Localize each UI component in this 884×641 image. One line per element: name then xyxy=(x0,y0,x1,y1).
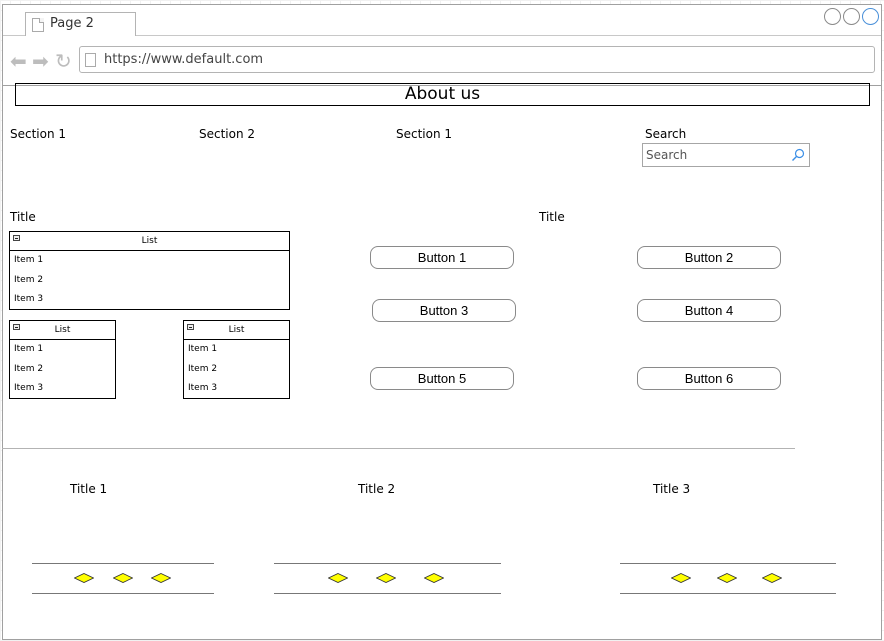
list-item[interactable]: Item 3 xyxy=(10,290,289,310)
tab-page-2[interactable]: Page 2 xyxy=(25,12,136,37)
list-item[interactable]: Item 2 xyxy=(10,360,115,380)
list-header-label: List xyxy=(228,325,245,335)
list-header: List xyxy=(10,232,289,251)
search-icon[interactable] xyxy=(791,148,805,162)
nav-section-1[interactable]: Section 1 xyxy=(10,127,66,141)
collapse-icon[interactable] xyxy=(187,324,194,330)
small-list-1[interactable]: List Item 1 Item 2 Item 3 xyxy=(9,320,116,399)
list-header: List xyxy=(184,321,289,340)
search-field[interactable] xyxy=(642,143,810,167)
footer-title-1: Title 1 xyxy=(70,482,108,496)
tab-label: Page 2 xyxy=(50,16,94,31)
list-item[interactable]: Item 3 xyxy=(184,379,289,399)
button-1[interactable]: Button 1 xyxy=(370,246,514,269)
pager-top-line xyxy=(620,563,836,564)
button-5[interactable]: Button 5 xyxy=(370,367,514,390)
list-item[interactable]: Item 1 xyxy=(10,340,115,360)
collapse-icon[interactable] xyxy=(13,235,20,241)
collapse-icon[interactable] xyxy=(13,324,20,330)
diamond-icon[interactable] xyxy=(671,573,691,583)
address-bar: ⬅ ➡ ↻ https://www.default.com xyxy=(3,36,881,86)
page-title: About us xyxy=(15,83,870,106)
pager-top-line xyxy=(274,563,501,564)
list-header-label: List xyxy=(141,236,158,246)
pager-bottom-line xyxy=(32,593,214,594)
list-header-label: List xyxy=(54,325,71,335)
footer-title-2: Title 2 xyxy=(358,482,396,496)
main-list[interactable]: List Item 1 Item 2 Item 3 xyxy=(9,231,290,310)
window-controls xyxy=(824,8,879,25)
section-divider xyxy=(2,448,795,449)
nav-section-2[interactable]: Section 2 xyxy=(199,127,255,141)
search-label: Search xyxy=(645,127,687,141)
button-6[interactable]: Button 6 xyxy=(637,367,781,390)
diamond-icon[interactable] xyxy=(762,573,782,583)
reload-icon[interactable]: ↻ xyxy=(55,51,72,71)
forward-arrow-icon[interactable]: ➡ xyxy=(32,51,49,71)
maximize-button[interactable] xyxy=(843,8,860,25)
url-text: https://www.default.com xyxy=(104,52,264,67)
button-2[interactable]: Button 2 xyxy=(637,246,781,269)
diamond-icon[interactable] xyxy=(113,573,133,583)
list-item[interactable]: Item 3 xyxy=(10,379,115,399)
pager-bottom-line xyxy=(274,593,501,594)
pager-top-line xyxy=(32,563,214,564)
close-button[interactable] xyxy=(862,8,879,25)
list-item[interactable]: Item 2 xyxy=(10,271,289,291)
minimize-button[interactable] xyxy=(824,8,841,25)
diamond-icon[interactable] xyxy=(328,573,348,583)
diamond-icon[interactable] xyxy=(424,573,444,583)
url-field[interactable]: https://www.default.com xyxy=(79,46,875,73)
search-input[interactable] xyxy=(646,147,786,163)
list-item[interactable]: Item 2 xyxy=(184,360,289,380)
list-item[interactable]: Item 1 xyxy=(10,251,289,271)
diamond-icon[interactable] xyxy=(151,573,171,583)
pager-bottom-line xyxy=(620,593,836,594)
list-header: List xyxy=(10,321,115,340)
tab-bar: Page 2 xyxy=(3,5,881,37)
page-icon xyxy=(85,53,96,67)
button-3[interactable]: Button 3 xyxy=(372,299,516,322)
footer-title-3: Title 3 xyxy=(653,482,691,496)
right-title: Title xyxy=(539,210,565,224)
nav-section-1b[interactable]: Section 1 xyxy=(396,127,452,141)
diamond-icon[interactable] xyxy=(376,573,396,583)
list-item[interactable]: Item 1 xyxy=(184,340,289,360)
button-4[interactable]: Button 4 xyxy=(637,299,781,322)
back-arrow-icon[interactable]: ⬅ xyxy=(10,51,27,71)
diamond-icon[interactable] xyxy=(717,573,737,583)
page-icon xyxy=(32,18,44,32)
diamond-icon[interactable] xyxy=(74,573,94,583)
small-list-2[interactable]: List Item 1 Item 2 Item 3 xyxy=(183,320,290,399)
left-title: Title xyxy=(10,210,36,224)
